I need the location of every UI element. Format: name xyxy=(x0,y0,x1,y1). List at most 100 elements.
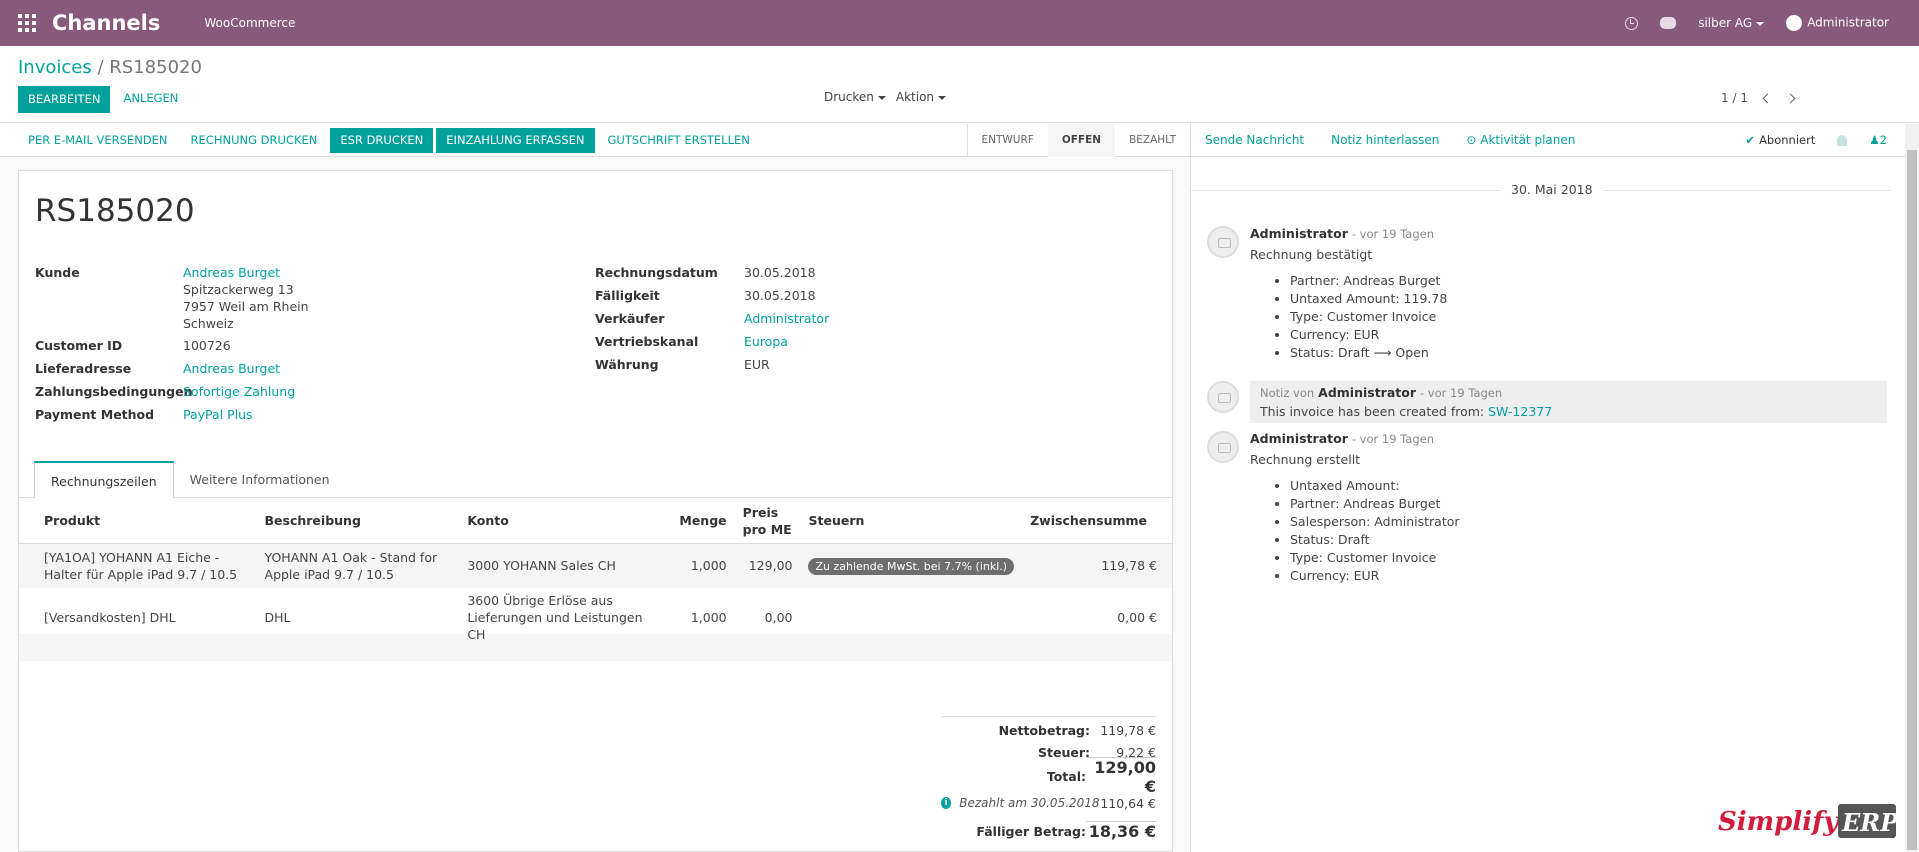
line-price: 129,00 xyxy=(734,543,801,588)
net-amount-value: 119,78 € xyxy=(1100,722,1156,738)
edit-button[interactable]: BEARBEITEN xyxy=(18,86,111,113)
logo-text-simplify: Simplify xyxy=(1718,807,1840,837)
date-separator: 30. Mai 2018 xyxy=(1191,182,1891,197)
payment-method-link[interactable]: PayPal Plus xyxy=(183,406,253,423)
print-esr-button[interactable]: ESR DRUCKEN xyxy=(330,127,434,153)
control-panel: Invoices / RS185020 BEARBEITEN ANLEGEN D… xyxy=(0,46,1919,123)
customer-id-value: 100726 xyxy=(183,338,231,353)
customer-address-line: Schweiz xyxy=(183,316,234,331)
col-quantity[interactable]: Menge xyxy=(671,499,735,544)
clock-icon: ⊙ xyxy=(1466,133,1481,147)
net-amount-label: Nettobetrag: xyxy=(998,722,1090,738)
message-author[interactable]: Administrator xyxy=(1318,385,1416,400)
logo-text-erp: ERP xyxy=(1841,808,1899,837)
action-dropdown[interactable]: Aktion xyxy=(896,90,947,104)
total-label: Total: xyxy=(1046,768,1086,784)
table-row[interactable]: [YA1OA] YOHANN A1 Eiche - Halter für App… xyxy=(19,543,1172,588)
line-account: 3600 Übrige Erlöse aus Lieferungen und L… xyxy=(467,593,643,642)
messages-chat-icon[interactable] xyxy=(1660,17,1677,29)
tracking-value: Salesperson: Administrator xyxy=(1290,513,1887,531)
activities-clock-icon[interactable] xyxy=(1625,16,1639,30)
author-avatar[interactable] xyxy=(1207,381,1239,413)
delivery-address-link[interactable]: Andreas Burget xyxy=(183,360,280,377)
invoice-date-label: Rechnungsdatum xyxy=(595,265,718,280)
register-payment-button[interactable]: EINZAHLUNG ERFASSEN xyxy=(436,127,595,153)
invoice-date-value: 30.05.2018 xyxy=(744,265,816,280)
tracking-value: Currency: EUR xyxy=(1290,326,1887,344)
simplify-erp-logo: Simplify ERP xyxy=(1718,804,1899,838)
payment-terms-label: Zahlungsbedingungen xyxy=(35,384,193,399)
col-unit-price-line2: pro ME xyxy=(742,521,792,537)
line-account: 3000 YOHANN Sales CH xyxy=(459,543,672,588)
col-account[interactable]: Konto xyxy=(459,499,672,544)
message-text: Rechnung erstellt xyxy=(1250,452,1361,467)
create-button[interactable]: ANLEGEN xyxy=(114,86,187,113)
author-avatar[interactable] xyxy=(1207,226,1239,258)
app-title: Channels xyxy=(52,11,161,35)
pager-value[interactable]: 1 / 1 xyxy=(1721,91,1748,105)
company-name: silber AG xyxy=(1698,16,1753,30)
message-author[interactable]: Administrator xyxy=(1250,431,1348,446)
invoice-lines-table: Produkt Beschreibung Konto Menge Preis pr… xyxy=(19,499,1172,647)
message-item: Administrator - vor 19 Tagen Rechnung be… xyxy=(1207,226,1887,362)
sales-channel-link[interactable]: Europa xyxy=(744,333,788,350)
user-icon: ♟ xyxy=(1869,133,1880,147)
menu-woocommerce[interactable]: WooCommerce xyxy=(204,16,295,30)
info-icon[interactable]: i xyxy=(941,797,952,809)
author-avatar[interactable] xyxy=(1207,431,1239,463)
col-taxes[interactable]: Steuern xyxy=(800,499,1023,544)
table-row[interactable]: [Versandkosten] DHL DHL 3600 Übrige Erlö… xyxy=(19,588,1172,647)
message-author[interactable]: Administrator xyxy=(1250,226,1348,241)
total-value: 129,00 € xyxy=(1086,756,1156,796)
chevron-left-icon[interactable] xyxy=(1762,93,1773,103)
send-email-button[interactable]: PER E-MAIL VERSENDEN xyxy=(18,128,178,153)
notebook-tabs: Rechnungszeilen Weitere Informationen xyxy=(34,461,346,498)
payment-terms-link[interactable]: Sofortige Zahlung xyxy=(183,383,295,400)
tax-amount-label: Steuer: xyxy=(1038,744,1090,760)
log-note-button[interactable]: Notiz hinterlassen xyxy=(1331,133,1439,147)
amount-due-value: 18,36 € xyxy=(1086,821,1156,841)
add-credit-note-button[interactable]: GUTSCHRIFT ERSTELLEN xyxy=(598,128,760,153)
stage-paid: BEZAHLT xyxy=(1129,134,1176,146)
source-order-link[interactable]: SW-12377 xyxy=(1488,404,1552,419)
tab-other-info[interactable]: Weitere Informationen xyxy=(174,461,346,498)
breadcrumb-invoices-link[interactable]: Invoices xyxy=(18,57,92,78)
stage-open: OFFEN xyxy=(1047,124,1116,157)
currency-label: Währung xyxy=(595,357,659,372)
chevron-right-icon[interactable] xyxy=(1785,93,1796,103)
tracking-value: Status: Draft xyxy=(1290,531,1887,549)
stage-draft: ENTWURF xyxy=(981,134,1034,146)
message-time: - vor 19 Tagen xyxy=(1351,432,1434,446)
user-name: Administrator xyxy=(1807,15,1889,30)
message-text: This invoice has been created from: xyxy=(1260,404,1485,419)
col-unit-price[interactable]: Preis pro ME xyxy=(734,499,801,544)
tracking-value: Untaxed Amount: 119.78 xyxy=(1290,290,1887,308)
col-description[interactable]: Beschreibung xyxy=(256,499,460,544)
line-quantity: 1,000 xyxy=(671,543,735,588)
user-menu[interactable]: Administrator xyxy=(1786,15,1889,31)
tab-invoice-lines[interactable]: Rechnungszeilen xyxy=(34,461,174,498)
col-product[interactable]: Produkt xyxy=(19,499,257,544)
customer-address-line: Spitzackerweg 13 xyxy=(183,282,294,297)
company-switcher[interactable]: silber AG xyxy=(1698,16,1765,30)
print-dropdown[interactable]: Drucken xyxy=(824,90,886,104)
note-item: Notiz von Administrator - vor 19 Tagen T… xyxy=(1207,381,1887,423)
scrollbar-thumb[interactable] xyxy=(1907,150,1917,850)
caret-down-icon xyxy=(877,95,886,100)
bell-icon[interactable] xyxy=(1837,134,1848,146)
subscribed-toggle[interactable]: ✔ Abonniert xyxy=(1745,133,1815,147)
followers-button[interactable]: ♟2 xyxy=(1869,133,1887,147)
tracking-value: Untaxed Amount: xyxy=(1290,477,1887,495)
message-text: Rechnung bestätigt xyxy=(1250,247,1373,262)
send-message-button[interactable]: Sende Nachricht xyxy=(1205,133,1304,147)
table-header-row: Produkt Beschreibung Konto Menge Preis pr… xyxy=(19,499,1172,544)
col-subtotal[interactable]: Zwischensumme xyxy=(1022,499,1172,544)
customer-link[interactable]: Andreas Burget xyxy=(183,264,309,281)
salesperson-link[interactable]: Administrator xyxy=(744,310,829,327)
print-invoice-button[interactable]: RECHNUNG DRUCKEN xyxy=(181,128,328,153)
payment-paid-label: Bezahlt am 30.05.2018 xyxy=(959,796,1100,810)
invoice-number: RS185020 xyxy=(35,193,195,229)
apps-menu-icon[interactable] xyxy=(18,14,36,32)
tracking-value: Status: Draft ⟶ Open xyxy=(1290,344,1887,362)
schedule-activity-button[interactable]: ⊙ Aktivität planen xyxy=(1466,133,1575,147)
